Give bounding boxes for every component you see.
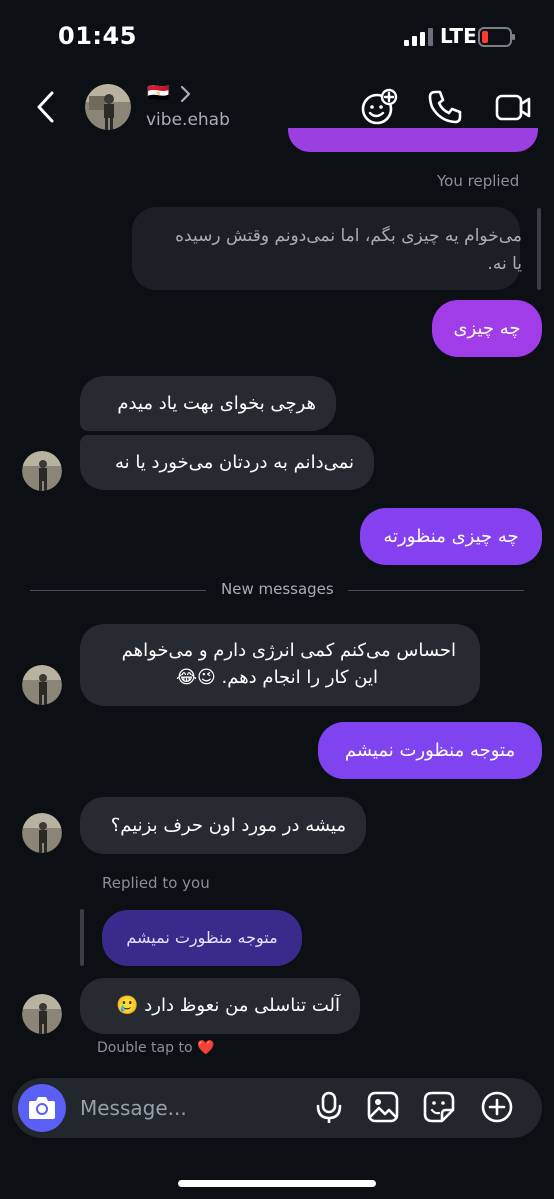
you-replied-label: You replied [437, 172, 520, 190]
double-tap-hint: Double tap to ❤️ [97, 1040, 215, 1056]
message-line: این کار را انجام دهم. 😉😂 [175, 667, 378, 688]
replied-to-you-label: Replied to you [102, 874, 210, 892]
avatar[interactable] [85, 84, 131, 130]
new-messages-label: New messages [221, 580, 334, 598]
camera-icon [29, 1097, 55, 1119]
avatar[interactable] [22, 451, 62, 491]
message-incoming[interactable]: میشه در مورد اون حرف بزنیم؟ [80, 797, 366, 854]
sticker-icon[interactable] [422, 1090, 456, 1124]
message-input[interactable]: Message... [80, 1096, 187, 1120]
phone-icon[interactable] [426, 88, 464, 126]
header-username[interactable]: vibe.ehab [146, 110, 230, 130]
message-incoming[interactable]: آلت تناسلی من نعوظ دارد 🥲 [80, 978, 360, 1034]
divider [348, 590, 524, 591]
flag-icon: 🇪🇬 [147, 83, 170, 104]
network-type: LTE [440, 24, 477, 48]
battery-icon [478, 27, 515, 47]
home-indicator[interactable] [178, 1180, 376, 1187]
quoted-message[interactable]: متوجه منظورت نمیشم [102, 910, 302, 966]
gallery-icon[interactable] [366, 1090, 400, 1124]
camera-button[interactable] [18, 1084, 66, 1132]
microphone-icon[interactable] [312, 1090, 346, 1124]
message-bubble-partial [288, 128, 538, 152]
message-outgoing[interactable]: متوجه منظورت نمیشم [318, 722, 542, 779]
status-time: 01:45 [58, 22, 137, 50]
back-icon[interactable] [34, 90, 58, 124]
reply-quote-bar [80, 909, 84, 966]
signal-icon [404, 28, 433, 46]
message-outgoing[interactable]: چه چیزی منظورته [360, 508, 542, 565]
message-line: احساس می‌کنم کمی انرژی دارم و می‌خواهم [121, 640, 456, 661]
chevron-right-icon[interactable] [178, 84, 192, 104]
plus-icon[interactable] [480, 1090, 514, 1124]
message-incoming[interactable]: هرچی بخوای بهت یاد میدم [80, 376, 336, 431]
divider [30, 590, 206, 591]
avatar[interactable] [22, 813, 62, 853]
quoted-reply-line2: یا نه. [487, 254, 522, 274]
message-outgoing[interactable]: چه چیزی [432, 300, 542, 357]
video-icon[interactable] [494, 88, 532, 126]
quoted-reply-line1: می‌خوام یه چیزی بگم، اما نمی‌دونم وقتش ر… [175, 226, 522, 246]
message-incoming[interactable]: نمی‌دانم به دردتان می‌خورد یا نه [80, 435, 374, 490]
avatar[interactable] [22, 994, 62, 1034]
avatar[interactable] [22, 665, 62, 705]
scrollbar[interactable] [537, 208, 541, 290]
effects-icon[interactable] [360, 88, 398, 126]
